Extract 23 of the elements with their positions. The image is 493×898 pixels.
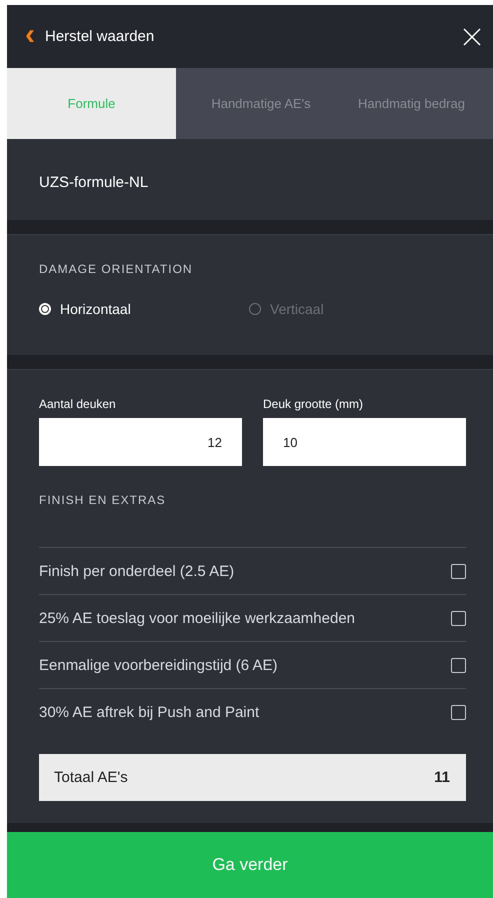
field-label: Deuk grootte (mm) (263, 397, 364, 411)
option-label: 30% AE aftrek bij Push and Paint (39, 704, 260, 720)
input-field[interactable]: 10 (263, 418, 466, 466)
radio-option[interactable]: Horizontaal (39, 301, 249, 317)
radio-option[interactable]: Verticaal (249, 301, 459, 317)
checkbox[interactable] (451, 658, 466, 672)
option-label: Finish per onderdeel (2.5 AE) (39, 562, 236, 580)
checkbox[interactable] (451, 564, 466, 578)
total-value: 11 (434, 769, 450, 786)
section-heading: FINISH EN EXTRAS (39, 492, 167, 507)
input-field[interactable]: 12 (39, 418, 242, 466)
section-heading: DAMAGE ORIENTATION (39, 261, 194, 276)
back-button[interactable]: ‹ (25, 20, 35, 50)
total-label: Totaal AE's (54, 769, 128, 786)
continue-button[interactable]: Ga verder (7, 832, 493, 898)
checkbox[interactable] (451, 610, 466, 626)
option-label: 25% AE toeslag voor moeilijke werkzaamheden (39, 610, 356, 626)
formula-name: UZS-formule-NL (39, 173, 150, 191)
window-title: Herstel waarden (45, 28, 156, 45)
tab[interactable]: Formule (7, 68, 176, 139)
option-label: Eenmalige voorbereidingstijd (6 AE) (39, 656, 278, 674)
checkbox[interactable] (451, 704, 466, 720)
field-label: Aantal deuken (39, 397, 117, 411)
